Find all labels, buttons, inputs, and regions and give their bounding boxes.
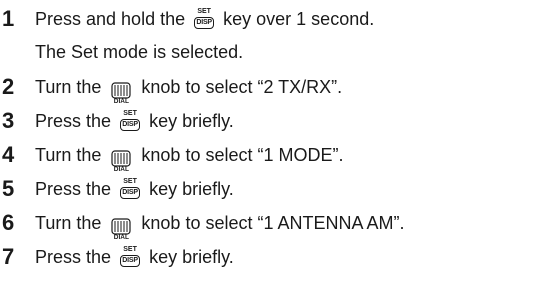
set-disp-key-icon: SET DISP	[119, 110, 141, 132]
step-6: 6 Turn the DIAL knob to select “1 ANTENN…	[0, 204, 534, 241]
step-text: Press and hold the SET DISP key over 1 s…	[35, 8, 374, 30]
step-text: Press the SET DISP key briefly.	[35, 178, 234, 200]
step-number: 5	[2, 176, 15, 201]
dial-knob-graphic	[111, 218, 131, 235]
set-disp-key-icon: SET DISP	[119, 246, 141, 268]
dial-knob-graphic	[111, 82, 131, 99]
disp-label: DISP	[122, 189, 138, 196]
step-text-pre: Press the	[35, 179, 112, 199]
step-number: 2	[2, 74, 15, 99]
step-number: 6	[2, 210, 15, 235]
disp-label: DISP	[196, 19, 212, 26]
step-3: 3 Press the SET DISP key briefly.	[0, 102, 534, 136]
step-text-pre: Press the	[35, 247, 112, 267]
step-4: 4 Turn the DIAL knob to select “1 MODE”.	[0, 136, 534, 173]
step-7: 7 Press the SET DISP key briefly.	[0, 238, 534, 272]
step-1-note: The Set mode is selected.	[0, 34, 534, 68]
set-disp-key-icon: SET DISP	[119, 178, 141, 200]
dial-knob-graphic	[111, 150, 131, 167]
disp-key-box: DISP	[120, 119, 141, 131]
disp-label: DISP	[122, 121, 138, 128]
step-text-pre: Press and hold the	[35, 9, 186, 29]
step-number: 7	[2, 244, 15, 269]
step-5: 5 Press the SET DISP key briefly.	[0, 170, 534, 204]
set-label: SET	[197, 8, 211, 15]
step-text: Press the SET DISP key briefly.	[35, 110, 234, 132]
step-text-post: knob to select “1 ANTENNA AM”.	[141, 213, 405, 233]
set-label: SET	[123, 178, 137, 185]
step-text-pre: Turn the	[35, 213, 102, 233]
disp-key-box: DISP	[120, 187, 141, 199]
step-text-post: key briefly.	[149, 179, 234, 199]
step-number: 3	[2, 108, 15, 133]
step-number: 4	[2, 142, 15, 167]
step-text: Press the SET DISP key briefly.	[35, 246, 234, 268]
disp-label: DISP	[122, 257, 138, 264]
set-disp-key-icon: SET DISP	[193, 8, 215, 30]
disp-key-box: DISP	[194, 17, 215, 29]
step-text-post: key over 1 second.	[223, 9, 375, 29]
step-text-pre: Press the	[35, 111, 112, 131]
step-text-post: key briefly.	[149, 247, 234, 267]
step-number: 1	[2, 6, 15, 31]
set-label: SET	[123, 110, 137, 117]
step-list: 1 Press and hold the SET DISP key over 1…	[0, 0, 534, 272]
step-text-pre: Turn the	[35, 77, 102, 97]
step-1: 1 Press and hold the SET DISP key over 1…	[0, 0, 534, 34]
step-text-post: key briefly.	[149, 111, 234, 131]
set-label: SET	[123, 246, 137, 253]
step-text-pre: Turn the	[35, 145, 102, 165]
disp-key-box: DISP	[120, 255, 141, 267]
step-note: The Set mode is selected.	[35, 42, 244, 62]
step-2: 2 Turn the DIAL knob to select “2 TX/RX”…	[0, 68, 534, 105]
step-text-post: knob to select “2 TX/RX”.	[141, 77, 343, 97]
step-text-post: knob to select “1 MODE”.	[141, 145, 344, 165]
